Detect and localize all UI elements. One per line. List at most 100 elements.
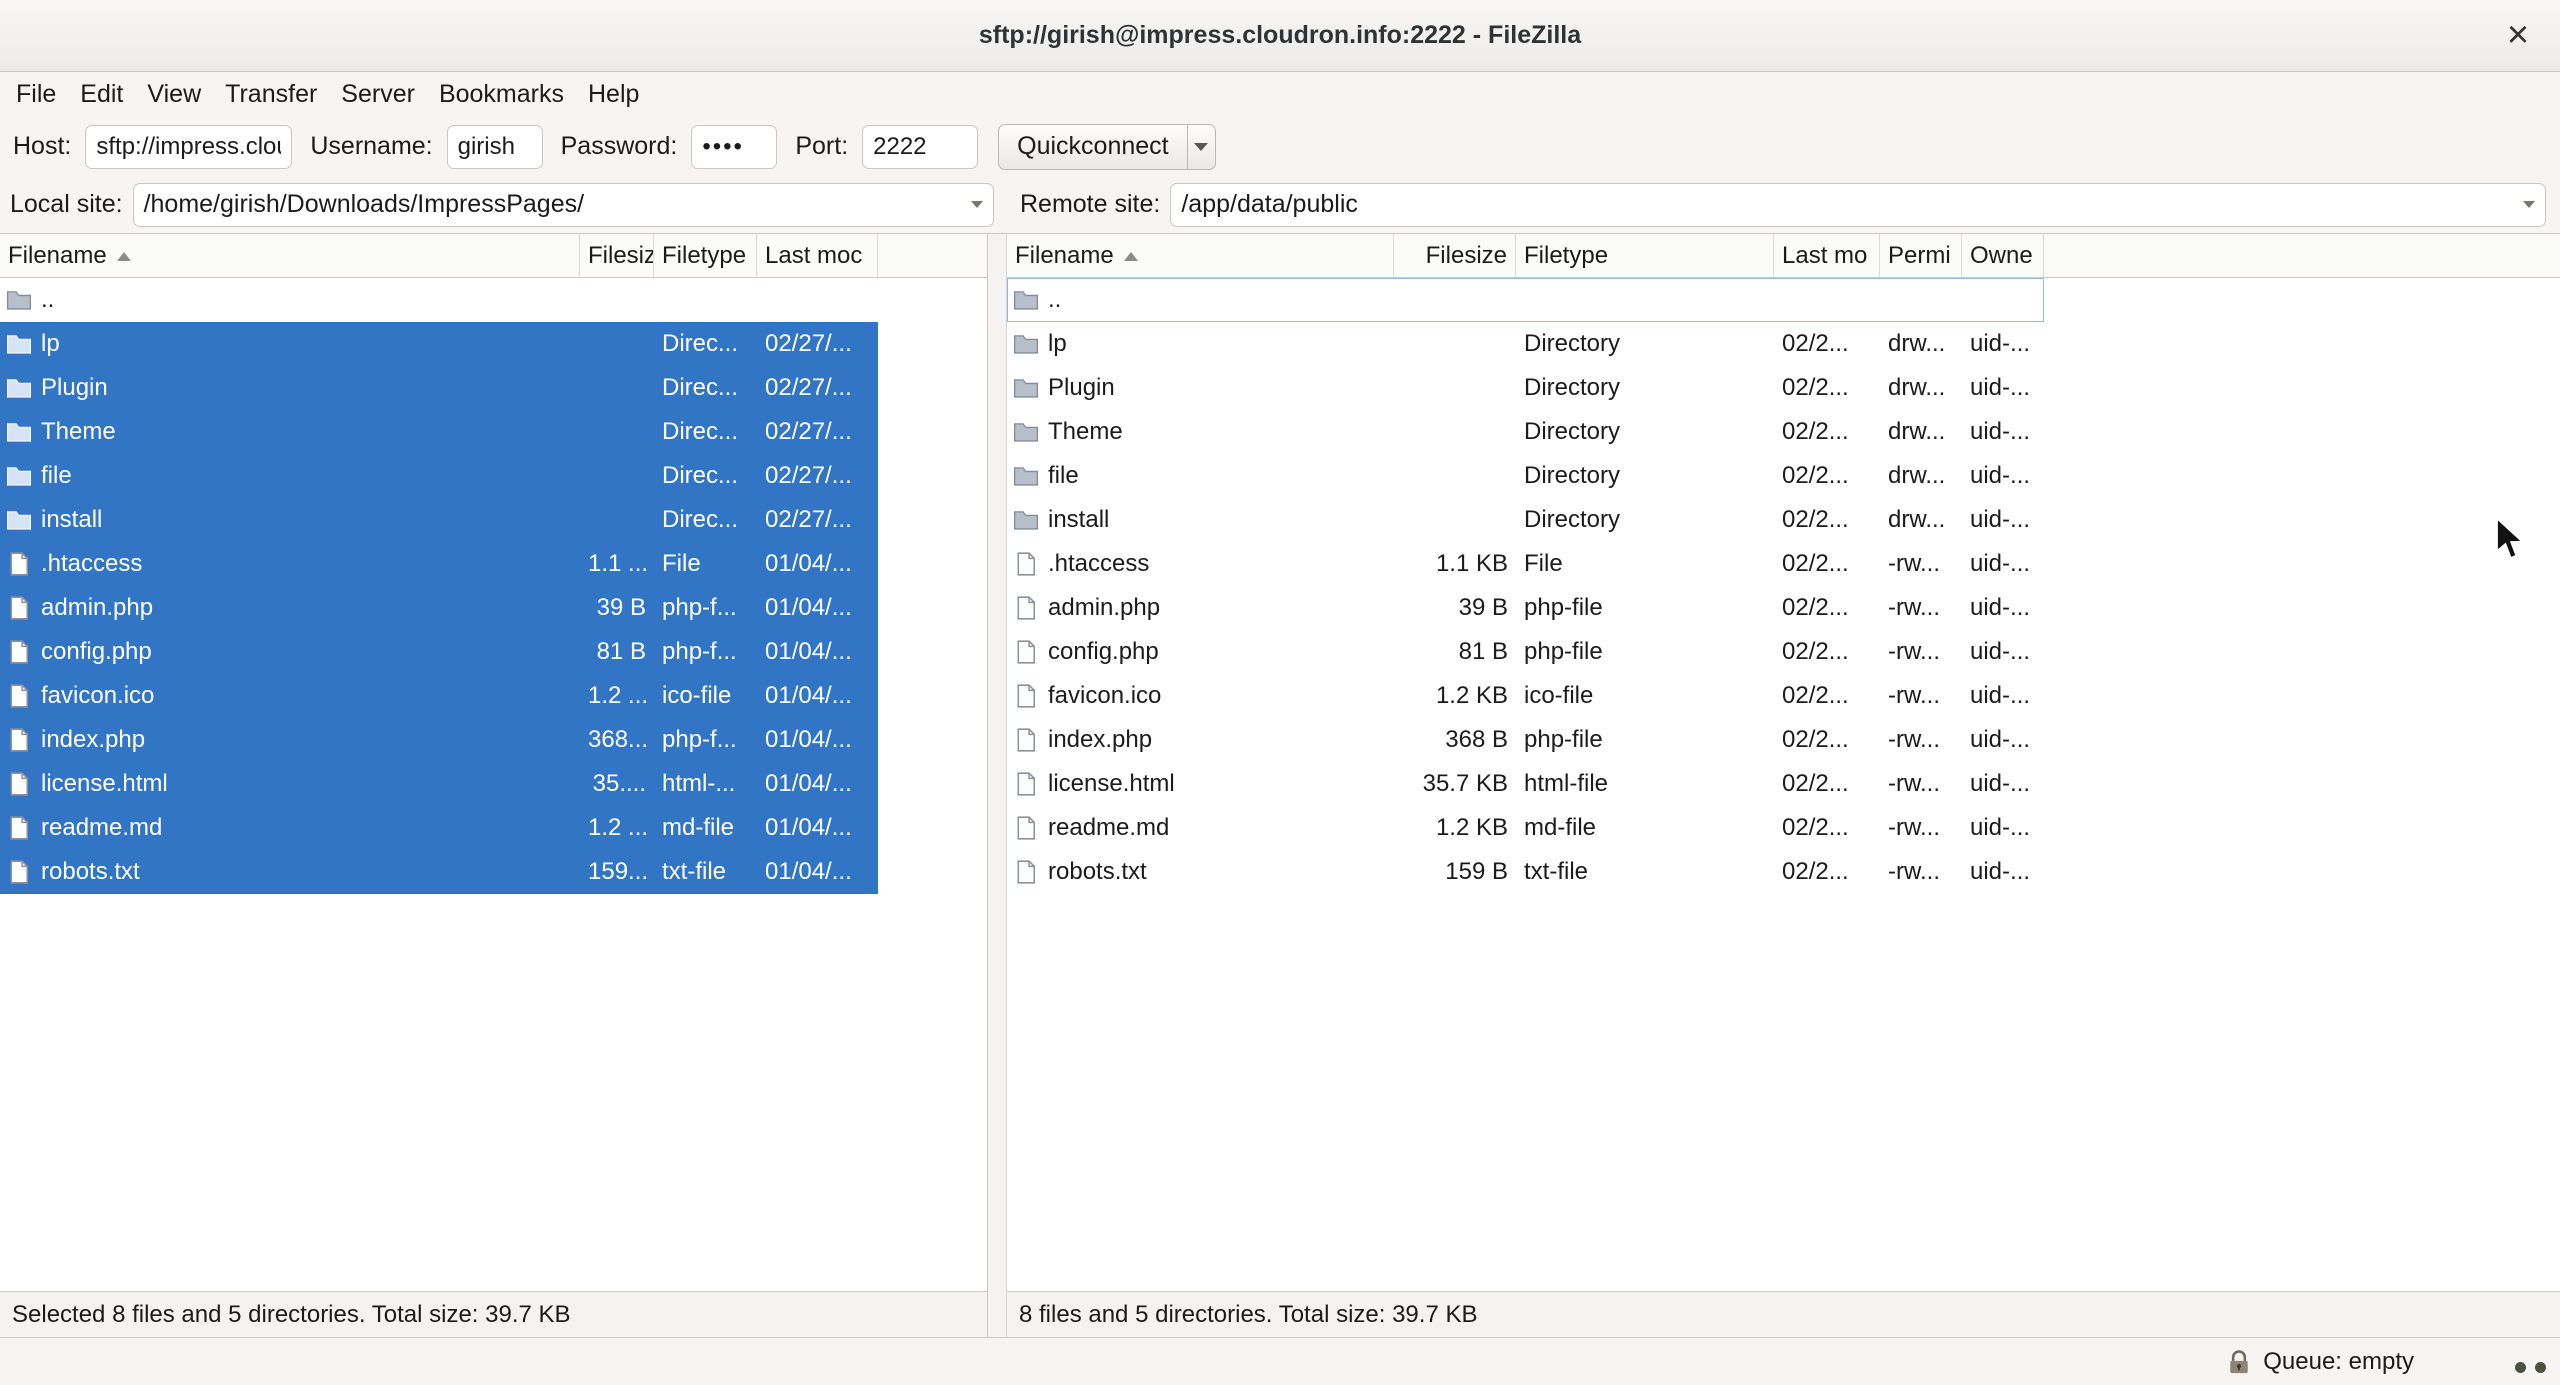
remote-file-list[interactable]: .. lp Directory 02/2... drw... uid-... P… [1007, 278, 2560, 1291]
file-row[interactable]: lp Direc... 02/27/... [0, 322, 878, 366]
owner-cell: uid-... [1970, 638, 2031, 665]
file-row[interactable]: install Directory 02/2... drw... uid-... [1007, 498, 2044, 542]
filename: file [1048, 462, 1079, 489]
column-header[interactable]: Last mo [1774, 234, 1880, 277]
titlebar[interactable]: sftp://girish@impress.cloudron.info:2222… [0, 0, 2560, 72]
filetype-cell: Directory [1524, 418, 1621, 445]
filesize-cell: 368 B [1445, 726, 1508, 753]
column-header[interactable]: Filetype [1516, 234, 1774, 277]
column-header[interactable]: Last moc [757, 234, 878, 277]
username-input[interactable] [446, 124, 543, 169]
column-header[interactable]: Filetype [654, 234, 757, 277]
quickconnect-button[interactable]: Quickconnect [998, 123, 1188, 170]
filesize-cell [580, 366, 654, 410]
file-row[interactable]: readme.md 1.2 ... md-file 01/04/... [0, 806, 878, 850]
folder-icon [1013, 288, 1039, 312]
file-row[interactable]: Plugin Directory 02/2... drw... uid-... [1007, 366, 2044, 410]
folder-icon [6, 464, 32, 488]
file-row[interactable]: robots.txt 159... txt-file 01/04/... [0, 850, 878, 894]
filezilla-window: { "window": { "title": "sftp://girish@im… [0, 0, 2560, 1385]
lock-icon [2230, 1349, 2248, 1373]
menu-item-file[interactable]: File [4, 72, 68, 117]
chevron-down-icon[interactable] [2523, 200, 2535, 208]
permissions-cell: drw... [1888, 506, 1946, 533]
remote-site-combo[interactable]: /app/data/public [1170, 182, 2546, 227]
file-row[interactable]: file Direc... 02/27/... [0, 454, 878, 498]
filesize-cell: 35.7 KB [1422, 770, 1508, 797]
file-icon [1013, 728, 1039, 752]
file-row[interactable]: robots.txt 159 B txt-file 02/2... -rw...… [1007, 850, 2044, 894]
filetype-cell: ico-file [1524, 682, 1594, 709]
port-input[interactable] [862, 124, 979, 169]
file-row[interactable]: Plugin Direc... 02/27/... [0, 366, 878, 410]
file-row[interactable]: license.html 35.7 KB html-file 02/2... -… [1007, 762, 2044, 806]
file-row[interactable]: .htaccess 1.1 ... File 01/04/... [0, 542, 878, 586]
local-file-list[interactable]: .. lp Direc... 02/27/... Plugin Direc...… [0, 278, 987, 1291]
column-header[interactable]: Owne [1962, 234, 2044, 277]
column-header[interactable]: Filesize [1394, 234, 1516, 277]
column-header[interactable]: Permi [1880, 234, 1962, 277]
column-header[interactable]: Filesiz [580, 234, 654, 277]
last-modified-cell: 02/2... [1782, 638, 1849, 665]
file-row[interactable]: admin.php 39 B php-f... 01/04/... [0, 586, 878, 630]
host-input[interactable] [85, 124, 293, 169]
column-header[interactable]: Filename [0, 234, 580, 277]
file-row[interactable]: index.php 368 B php-file 02/2... -rw... … [1007, 718, 2044, 762]
filename: robots.txt [1048, 858, 1147, 885]
permissions-cell: -rw... [1888, 594, 1940, 621]
menu-item-edit[interactable]: Edit [68, 72, 135, 117]
file-row[interactable]: .. [0, 278, 878, 322]
menu-item-view[interactable]: View [135, 72, 213, 117]
resize-grip[interactable] [2515, 1362, 2546, 1373]
file-row[interactable]: favicon.ico 1.2 ... ico-file 01/04/... [0, 674, 878, 718]
file-row[interactable]: install Direc... 02/27/... [0, 498, 878, 542]
column-header-label: Filename [8, 242, 107, 269]
filetype-cell: File [662, 550, 701, 577]
menu-item-server[interactable]: Server [329, 72, 427, 117]
filesize-cell: 35.... [592, 770, 646, 797]
file-row[interactable]: readme.md 1.2 KB md-file 02/2... -rw... … [1007, 806, 2044, 850]
password-input[interactable] [691, 124, 778, 169]
menu-item-bookmarks[interactable]: Bookmarks [427, 72, 576, 117]
statusbar: Queue: empty [0, 1337, 2560, 1385]
folder-icon [1013, 420, 1039, 444]
file-row[interactable]: Theme Directory 02/2... drw... uid-... [1007, 410, 2044, 454]
close-icon[interactable]: × [2494, 12, 2542, 60]
file-row[interactable]: file Directory 02/2... drw... uid-... [1007, 454, 2044, 498]
quickconnect-dropdown-button[interactable] [1187, 123, 1216, 170]
filename: license.html [1048, 770, 1175, 797]
filetype-cell: Direc... [662, 462, 739, 489]
local-site-section: Local site: /home/girish/Downloads/Impre… [0, 182, 1008, 227]
pane-splitter[interactable] [988, 234, 1007, 1337]
file-row[interactable]: .. [1007, 278, 2044, 322]
local-site-combo[interactable]: /home/girish/Downloads/ImpressPages/ [132, 182, 994, 227]
file-row[interactable]: config.php 81 B php-file 02/2... -rw... … [1007, 630, 2044, 674]
last-modified-cell: 02/2... [1782, 330, 1849, 357]
remote-column-headers: Filename Filesize Filetype Last mo Permi… [1007, 234, 2560, 278]
filesize-cell [580, 278, 654, 322]
menu-item-help[interactable]: Help [576, 72, 651, 117]
file-row[interactable]: Theme Direc... 02/27/... [0, 410, 878, 454]
filename: .. [41, 286, 55, 313]
file-row[interactable]: admin.php 39 B php-file 02/2... -rw... u… [1007, 586, 2044, 630]
column-header-label: Filesiz [588, 242, 654, 269]
file-row[interactable]: .htaccess 1.1 KB File 02/2... -rw... uid… [1007, 542, 2044, 586]
permissions-cell: -rw... [1888, 638, 1940, 665]
chevron-down-icon[interactable] [971, 200, 983, 208]
filetype-cell: php-f... [662, 594, 737, 621]
filetype-cell: txt-file [662, 858, 727, 885]
file-row[interactable]: lp Directory 02/2... drw... uid-... [1007, 322, 2044, 366]
filetype-cell: php-file [1524, 726, 1603, 753]
menu-item-transfer[interactable]: Transfer [213, 72, 329, 117]
column-header-label: Filetype [662, 242, 747, 269]
last-modified-cell: 01/04/... [765, 594, 852, 621]
filetype-cell [654, 278, 757, 322]
file-row[interactable]: config.php 81 B php-f... 01/04/... [0, 630, 878, 674]
last-modified-cell: 01/04/... [765, 550, 852, 577]
file-row[interactable]: index.php 368... php-f... 01/04/... [0, 718, 878, 762]
column-header[interactable]: Filename [1007, 234, 1394, 277]
file-row[interactable]: favicon.ico 1.2 KB ico-file 02/2... -rw.… [1007, 674, 2044, 718]
file-icon [6, 772, 32, 796]
file-icon [1013, 640, 1039, 664]
file-row[interactable]: license.html 35.... html-... 01/04/... [0, 762, 878, 806]
